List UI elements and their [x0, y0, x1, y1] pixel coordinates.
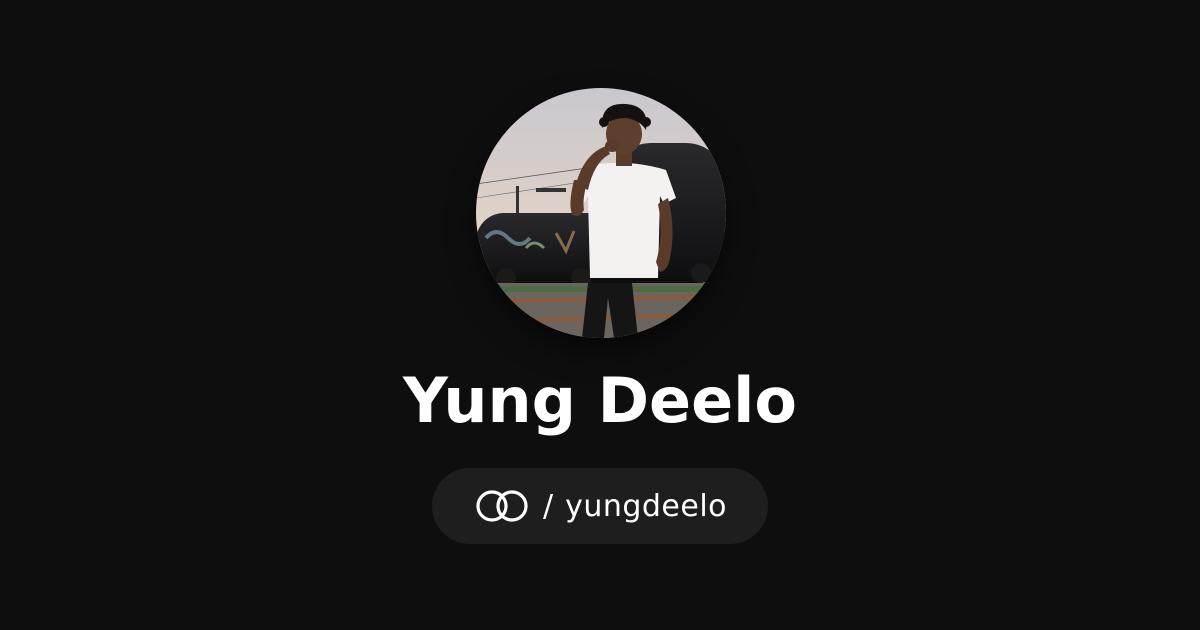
- linked-circles-icon: [473, 488, 531, 524]
- handle-separator: /: [542, 488, 554, 524]
- profile-handle: yungdeelo: [565, 488, 728, 524]
- profile-card: Yung Deelo / yungdeelo: [0, 0, 1200, 630]
- profile-handle-link[interactable]: / yungdeelo: [432, 468, 768, 544]
- profile-avatar: [476, 88, 726, 338]
- profile-name: Yung Deelo: [402, 364, 798, 437]
- avatar-photo: [476, 88, 726, 338]
